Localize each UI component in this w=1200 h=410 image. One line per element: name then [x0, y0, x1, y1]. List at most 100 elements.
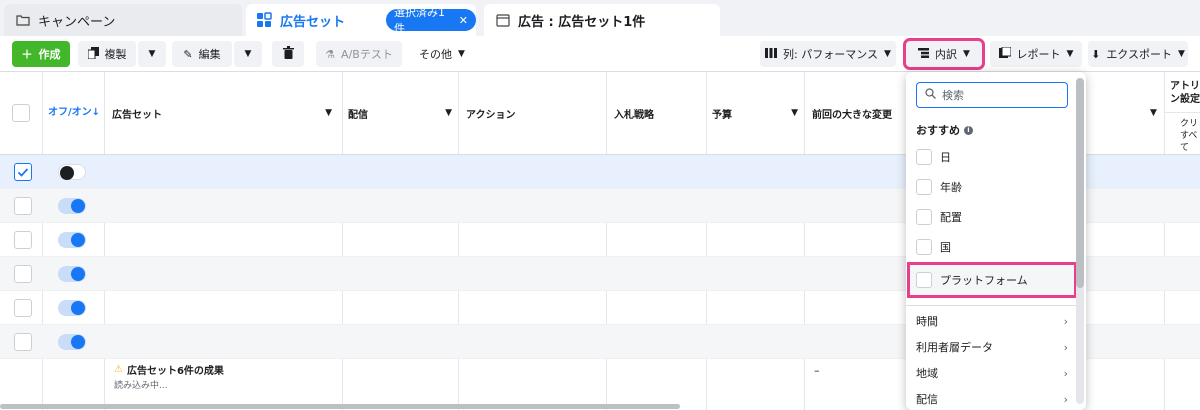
- submenu-label: 時間: [916, 315, 938, 328]
- selection-chip[interactable]: 選択済み1件 ✕: [386, 6, 476, 35]
- breakdown-submenu-region[interactable]: 地域 ›: [916, 363, 1068, 383]
- header-onoff[interactable]: オフ/オン↓: [48, 72, 102, 154]
- row-checkbox[interactable]: [14, 163, 32, 181]
- breakdown-option-platform[interactable]: プラットフォーム: [907, 262, 1077, 298]
- search-icon: [925, 88, 936, 102]
- check-icon: [17, 168, 29, 177]
- menu-scrollbar[interactable]: [1076, 78, 1084, 404]
- option-checkbox[interactable]: [916, 239, 932, 255]
- duplicate-menu-button[interactable]: ▼: [138, 41, 166, 67]
- header-attribution[interactable]: アトリ ン設定: [1170, 80, 1200, 110]
- caret-down-icon: ▼: [791, 108, 798, 118]
- delete-button[interactable]: [272, 41, 304, 67]
- caret-down-icon: ▼: [325, 108, 332, 118]
- header-bid[interactable]: 入札戦略: [614, 72, 704, 154]
- caret-down-icon: ▼: [1150, 108, 1157, 118]
- caret-down-icon: ▼: [445, 108, 452, 118]
- select-all-checkbox[interactable]: [12, 104, 30, 122]
- tab-campaigns[interactable]: キャンペーン: [4, 4, 242, 36]
- toggle-knob: [60, 166, 74, 180]
- submenu-label: 利用者層データ: [916, 341, 993, 354]
- caret-down-icon: ▼: [1066, 49, 1074, 59]
- toggle-knob: [71, 267, 85, 281]
- option-checkbox[interactable]: [916, 179, 932, 195]
- breakdown-option-age[interactable]: 年齢: [916, 175, 1076, 199]
- header-adset[interactable]: 広告セット ▼: [112, 72, 340, 154]
- row-checkbox[interactable]: [14, 333, 32, 351]
- header-adset-label: 広告セット: [112, 109, 162, 121]
- more-button[interactable]: その他 ▼: [410, 41, 474, 67]
- delivery-toggle[interactable]: [58, 198, 86, 214]
- edit-label: 編集: [198, 48, 221, 61]
- row-checkbox[interactable]: [14, 265, 32, 283]
- header-actions[interactable]: アクション: [466, 72, 604, 154]
- row-checkbox[interactable]: [14, 231, 32, 249]
- tab-bar: キャンペーン 広告セット 選択済み1件 ✕ 広告 : 広告セット1件: [0, 0, 1200, 36]
- breakdown-button[interactable]: 内訳 ▼: [903, 38, 985, 70]
- header-bid-label: 入札戦略: [614, 109, 654, 121]
- subheader-divider: [1164, 112, 1200, 113]
- toggle-knob: [71, 335, 85, 349]
- abtest-button[interactable]: ⚗ A/Bテスト: [316, 41, 402, 67]
- row-checkbox[interactable]: [14, 299, 32, 317]
- breakdown-option-country[interactable]: 国: [916, 235, 1076, 259]
- subheader-attribution: クリ すべて: [1180, 118, 1200, 154]
- option-label: 日: [940, 151, 951, 164]
- duplicate-icon: [87, 46, 99, 62]
- breakdown-submenu-time[interactable]: 時間 ›: [916, 311, 1068, 331]
- edit-menu-button[interactable]: ▼: [234, 41, 262, 67]
- create-button[interactable]: ＋ 作成: [12, 41, 70, 67]
- header-delivery[interactable]: 配信 ▼: [348, 72, 456, 154]
- recommended-section-title: おすすめ i: [916, 122, 973, 138]
- tab-ads-label: 広告 : 広告セット1件: [518, 14, 646, 30]
- option-checkbox[interactable]: [916, 149, 932, 165]
- columns-label: 列: パフォーマンス: [783, 48, 879, 61]
- grid-icon: [256, 12, 272, 28]
- close-icon[interactable]: ✕: [459, 14, 468, 27]
- breakdown-label: 内訳: [935, 48, 958, 61]
- delivery-toggle[interactable]: [58, 334, 86, 350]
- export-button[interactable]: ⬇ エクスポート ▼: [1088, 41, 1188, 67]
- delivery-toggle[interactable]: [58, 232, 86, 248]
- caret-down-icon: ▼: [963, 49, 970, 59]
- tab-adsets[interactable]: 広告セット 選択済み1件 ✕: [246, 4, 476, 36]
- toggle-knob: [71, 301, 85, 315]
- edit-button[interactable]: ✎ 編集: [172, 41, 232, 67]
- delivery-toggle[interactable]: [58, 300, 86, 316]
- header-budget[interactable]: 予算 ▼: [712, 72, 802, 154]
- recommended-title: おすすめ: [916, 124, 960, 137]
- menu-divider: [906, 305, 1078, 306]
- export-label: エクスポート: [1106, 48, 1172, 61]
- breakdown-submenu-delivery[interactable]: 配信 ›: [916, 389, 1068, 409]
- option-checkbox[interactable]: [916, 272, 932, 288]
- breakdown-option-placement[interactable]: 配置: [916, 205, 1076, 229]
- breakdown-submenu-demographics[interactable]: 利用者層データ ›: [916, 337, 1068, 357]
- chevron-right-icon: ›: [1063, 340, 1068, 354]
- breakdown-search-input[interactable]: 検索: [916, 82, 1068, 108]
- reports-button[interactable]: レポート ▼: [990, 41, 1082, 67]
- delivery-toggle[interactable]: [58, 266, 86, 282]
- tab-campaigns-label: キャンペーン: [38, 14, 116, 30]
- submenu-label: 配信: [916, 393, 938, 406]
- option-label: 国: [940, 241, 951, 254]
- header-last-change[interactable]: 前回の大きな変更: [812, 72, 904, 154]
- tab-ads[interactable]: 広告 : 広告セット1件: [484, 4, 720, 36]
- summary-title-label: 広告セット6件の成果: [126, 366, 224, 377]
- reports-label: レポート: [1016, 48, 1061, 61]
- header-attribution-caret[interactable]: ▼: [1150, 72, 1164, 154]
- menu-scrollbar-thumb[interactable]: [1076, 78, 1084, 288]
- breakdown-option-day[interactable]: 日: [916, 145, 1076, 169]
- flask-icon: ⚗: [325, 47, 336, 61]
- option-label: 配置: [940, 211, 962, 224]
- row-checkbox[interactable]: [14, 197, 32, 215]
- more-label: その他: [419, 48, 453, 61]
- delivery-toggle[interactable]: [58, 164, 86, 180]
- columns-button[interactable]: 列: パフォーマンス ▼: [760, 41, 896, 67]
- header-attribution-label2: ン設定: [1170, 94, 1200, 105]
- trash-icon: [282, 46, 294, 62]
- horizontal-scrollbar[interactable]: [0, 404, 680, 409]
- option-checkbox[interactable]: [916, 209, 932, 225]
- summary-title: ⚠ 広告セット6件の成果: [114, 362, 224, 377]
- header-last-change-label: 前回の大きな変更: [812, 109, 892, 121]
- duplicate-button[interactable]: 複製: [78, 41, 136, 67]
